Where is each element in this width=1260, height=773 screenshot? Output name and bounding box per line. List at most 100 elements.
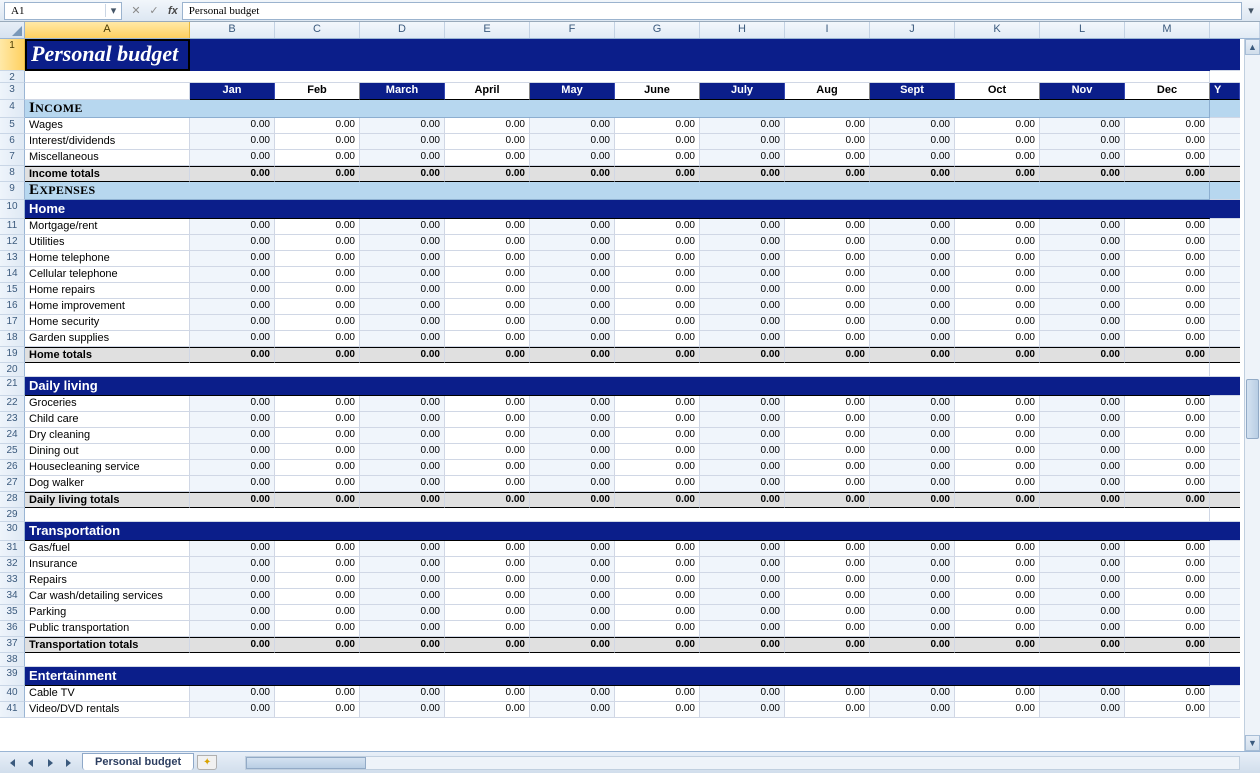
data-cell[interactable]: 0.00 <box>785 476 870 492</box>
data-cell[interactable]: 0.00 <box>1125 686 1210 702</box>
data-cell[interactable]: 0.00 <box>275 118 360 134</box>
data-cell[interactable]: 0.00 <box>530 134 615 150</box>
data-cell[interactable]: 0.00 <box>275 331 360 347</box>
data-cell[interactable]: 0.00 <box>360 460 445 476</box>
data-cell[interactable]: 0.00 <box>785 460 870 476</box>
data-cell[interactable]: 0.00 <box>1125 444 1210 460</box>
data-cell[interactable]: 0.00 <box>785 299 870 315</box>
row-header[interactable]: 26 <box>0 460 25 476</box>
data-cell[interactable]: 0.00 <box>615 412 700 428</box>
data-cell[interactable]: 0.00 <box>275 134 360 150</box>
data-cell[interactable]: 0.00 <box>1040 150 1125 166</box>
data-cell[interactable]: 0.00 <box>700 412 785 428</box>
column-header[interactable]: C <box>275 22 360 38</box>
column-header[interactable]: H <box>700 22 785 38</box>
data-cell[interactable]: 0.00 <box>530 150 615 166</box>
data-cell[interactable]: 0.00 <box>870 476 955 492</box>
data-cell[interactable]: 0.00 <box>530 283 615 299</box>
data-cell[interactable]: 0.00 <box>615 118 700 134</box>
row-header[interactable]: 16 <box>0 299 25 315</box>
data-cell[interactable]: 0.00 <box>955 460 1040 476</box>
row-header[interactable]: 6 <box>0 134 25 150</box>
data-cell[interactable]: 0.00 <box>190 412 275 428</box>
data-cell[interactable]: 0.00 <box>1125 283 1210 299</box>
data-cell[interactable]: 0.00 <box>360 267 445 283</box>
data-cell[interactable]: 0.00 <box>700 541 785 557</box>
data-cell[interactable]: 0.00 <box>615 251 700 267</box>
data-cell[interactable]: 0.00 <box>445 267 530 283</box>
row-label[interactable]: Interest/dividends <box>25 134 190 150</box>
horizontal-scroll-thumb[interactable] <box>246 757 366 769</box>
row-header[interactable]: 19 <box>0 347 25 363</box>
data-cell[interactable]: 0.00 <box>275 219 360 235</box>
data-cell[interactable]: 0.00 <box>1125 134 1210 150</box>
row-header[interactable]: 1 <box>0 39 25 71</box>
data-cell[interactable]: 0.00 <box>445 219 530 235</box>
data-cell[interactable]: 0.00 <box>785 251 870 267</box>
data-cell[interactable]: 0.00 <box>1125 118 1210 134</box>
data-cell[interactable]: 0.00 <box>785 686 870 702</box>
data-cell[interactable]: 0.00 <box>445 283 530 299</box>
row-header[interactable]: 24 <box>0 428 25 444</box>
data-cell[interactable]: 0.00 <box>360 589 445 605</box>
data-cell[interactable]: 0.00 <box>190 444 275 460</box>
row-label[interactable]: Wages <box>25 118 190 134</box>
fx-button[interactable]: fx <box>168 5 178 17</box>
data-cell[interactable]: 0.00 <box>785 621 870 637</box>
data-cell[interactable]: 0.00 <box>615 150 700 166</box>
vertical-scrollbar[interactable]: ▲ ▼ <box>1244 39 1260 751</box>
data-cell[interactable]: 0.00 <box>785 589 870 605</box>
data-cell[interactable]: 0.00 <box>275 702 360 718</box>
data-cell[interactable]: 0.00 <box>190 219 275 235</box>
spreadsheet-grid[interactable]: 1Personal budget23JanFebMarchAprilMayJun… <box>0 39 1244 751</box>
row-label[interactable]: Cable TV <box>25 686 190 702</box>
data-cell[interactable]: 0.00 <box>870 118 955 134</box>
data-cell[interactable]: 0.00 <box>530 605 615 621</box>
data-cell[interactable]: 0.00 <box>1125 605 1210 621</box>
data-cell[interactable]: 0.00 <box>700 315 785 331</box>
data-cell[interactable]: 0.00 <box>275 315 360 331</box>
data-cell[interactable]: 0.00 <box>870 315 955 331</box>
data-cell[interactable]: 0.00 <box>445 150 530 166</box>
data-cell[interactable]: 0.00 <box>275 621 360 637</box>
data-cell[interactable]: 0.00 <box>870 396 955 412</box>
row-header[interactable]: 21 <box>0 377 25 396</box>
data-cell[interactable]: 0.00 <box>1125 589 1210 605</box>
data-cell[interactable]: 0.00 <box>1125 235 1210 251</box>
data-cell[interactable]: 0.00 <box>700 605 785 621</box>
data-cell[interactable]: 0.00 <box>785 219 870 235</box>
data-cell[interactable]: 0.00 <box>615 621 700 637</box>
data-cell[interactable]: 0.00 <box>360 605 445 621</box>
data-cell[interactable]: 0.00 <box>530 396 615 412</box>
data-cell[interactable]: 0.00 <box>275 251 360 267</box>
data-cell[interactable]: 0.00 <box>615 460 700 476</box>
data-cell[interactable]: 0.00 <box>955 299 1040 315</box>
row-header[interactable]: 18 <box>0 331 25 347</box>
data-cell[interactable]: 0.00 <box>360 702 445 718</box>
data-cell[interactable]: 0.00 <box>360 396 445 412</box>
data-cell[interactable]: 0.00 <box>700 396 785 412</box>
data-cell[interactable]: 0.00 <box>445 444 530 460</box>
row-header[interactable]: 17 <box>0 315 25 331</box>
data-cell[interactable]: 0.00 <box>190 267 275 283</box>
data-cell[interactable]: 0.00 <box>190 573 275 589</box>
data-cell[interactable]: 0.00 <box>275 428 360 444</box>
data-cell[interactable]: 0.00 <box>275 573 360 589</box>
data-cell[interactable]: 0.00 <box>785 396 870 412</box>
scroll-down-button[interactable]: ▼ <box>1245 735 1260 751</box>
data-cell[interactable]: 0.00 <box>360 134 445 150</box>
row-header[interactable]: 7 <box>0 150 25 166</box>
row-header[interactable]: 2 <box>0 71 25 83</box>
data-cell[interactable]: 0.00 <box>870 621 955 637</box>
column-header[interactable]: G <box>615 22 700 38</box>
data-cell[interactable]: 0.00 <box>955 283 1040 299</box>
data-cell[interactable]: 0.00 <box>1040 251 1125 267</box>
row-header[interactable]: 38 <box>0 653 25 667</box>
data-cell[interactable]: 0.00 <box>530 267 615 283</box>
data-cell[interactable]: 0.00 <box>785 557 870 573</box>
data-cell[interactable]: 0.00 <box>530 541 615 557</box>
row-header[interactable]: 30 <box>0 522 25 541</box>
data-cell[interactable]: 0.00 <box>700 686 785 702</box>
row-label[interactable]: Cellular telephone <box>25 267 190 283</box>
tab-nav-last-icon[interactable] <box>60 755 78 771</box>
